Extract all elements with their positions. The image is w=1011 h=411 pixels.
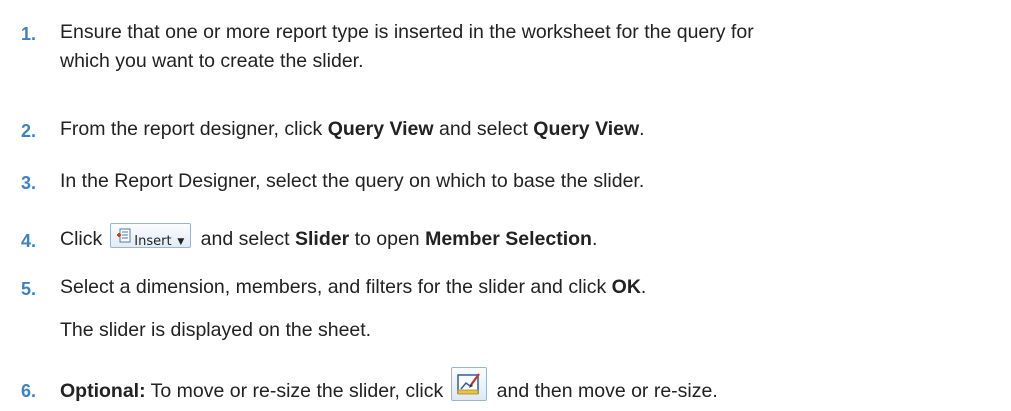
step-text-line2: which you want to create the slider. bbox=[60, 50, 364, 72]
step-text-prefix: Click bbox=[60, 228, 103, 250]
step-text-mid2: to open bbox=[349, 228, 426, 250]
step-text-suffix: . bbox=[591, 228, 598, 250]
step-number: 1. bbox=[21, 24, 37, 44]
step-text-line1: Ensure that one or more report type is i… bbox=[60, 21, 754, 43]
chevron-down-icon: ▼ bbox=[177, 237, 185, 248]
step-number: 2. bbox=[21, 121, 37, 141]
step-text: Select a dimension, members, and filters… bbox=[60, 273, 1010, 302]
query-view-item-ref: Query View bbox=[533, 118, 640, 140]
step-number: 6. bbox=[21, 381, 37, 401]
slider-item-ref: Slider bbox=[294, 228, 350, 250]
step-text-mid: and select bbox=[195, 228, 295, 250]
optional-label: Optional: bbox=[60, 380, 146, 403]
ok-button-ref: OK bbox=[611, 276, 641, 298]
step-text: Click Insert ▼ and select Slider to open … bbox=[60, 223, 1010, 254]
step-text-prefix: From the report designer, click bbox=[60, 118, 328, 140]
step-number: 3. bbox=[21, 173, 37, 193]
step-number: 5. bbox=[21, 279, 37, 299]
step-text-suffix: . bbox=[639, 118, 645, 140]
step-text: In the Report Designer, select the query… bbox=[60, 170, 645, 192]
insert-button-label: Insert bbox=[134, 234, 172, 250]
step-text: From the report designer, click Query Vi… bbox=[60, 115, 1010, 144]
step-text-prefix: Select a dimension, members, and filters… bbox=[60, 276, 612, 298]
step-text-prefix: To move or re-size the slider, click bbox=[145, 380, 444, 403]
step-text: Optional: To move or re-size the slider,… bbox=[60, 367, 1010, 409]
query-view-menu-ref: Query View bbox=[327, 118, 434, 140]
step-text: Ensure that one or more report type is i… bbox=[60, 18, 1010, 76]
step-text-suffix: . bbox=[640, 276, 647, 298]
insert-icon bbox=[117, 228, 131, 243]
step-text-suffix: and then move or re-size. bbox=[491, 380, 718, 403]
move-resize-button[interactable] bbox=[451, 367, 488, 401]
move-resize-icon bbox=[457, 373, 481, 395]
member-selection-ref: Member Selection bbox=[425, 228, 592, 250]
step-5-result: The slider is displayed on the sheet. bbox=[60, 319, 372, 341]
step-text-mid: and select bbox=[433, 118, 534, 140]
insert-button[interactable]: Insert ▼ bbox=[110, 223, 192, 249]
step-number: 4. bbox=[21, 231, 37, 251]
